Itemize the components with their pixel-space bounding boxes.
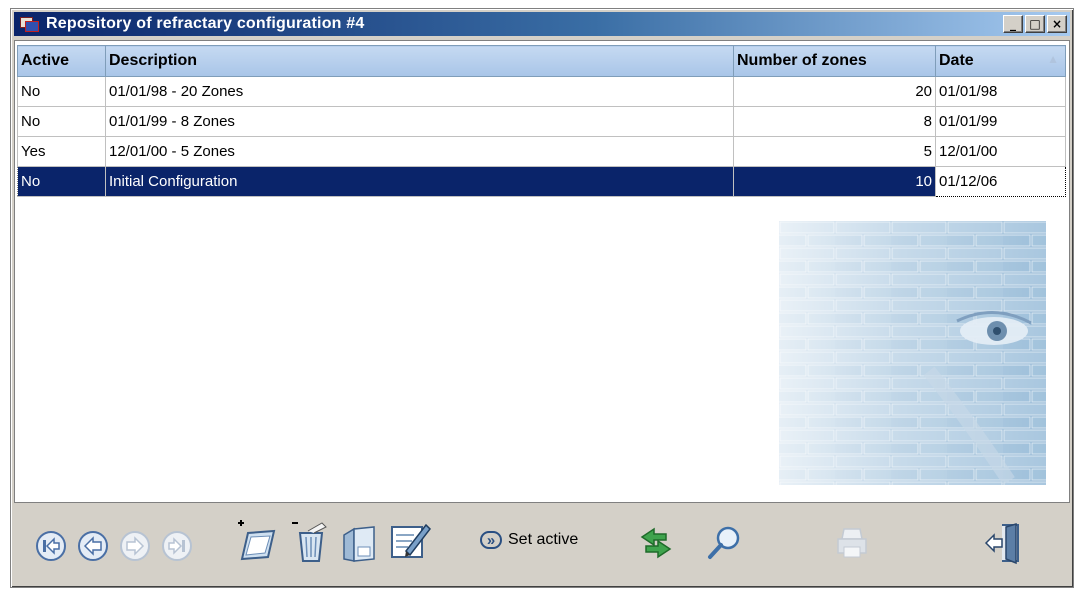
set-active-icon: » [480,531,502,549]
column-header-date[interactable]: Date ▲ [935,45,1066,77]
table-row-selected[interactable]: No Initial Configuration 10 01/12/06 [17,166,1066,197]
cell-date[interactable]: 12/01/00 [935,136,1066,167]
add-configuration-button[interactable] [234,519,278,563]
last-record-button[interactable] [160,529,194,563]
table-row[interactable]: Yes 12/01/00 - 5 Zones 5 12/01/00 [17,136,1066,167]
cell-zones[interactable]: 8 [733,106,936,137]
set-active-button[interactable]: » Set active [480,531,578,549]
bottom-toolbar: » Set active [14,507,1070,585]
cell-date[interactable]: 01/01/99 [935,106,1066,137]
previous-record-icon [78,531,108,561]
first-record-icon [36,531,66,561]
cell-description[interactable]: 01/01/99 - 8 Zones [105,106,734,137]
printer-icon [837,528,867,558]
cell-description[interactable]: Initial Configuration [105,166,734,197]
cell-active[interactable]: Yes [17,136,106,167]
magnifier-icon [708,526,740,559]
previous-record-button[interactable] [76,529,110,563]
add-folder-icon [238,520,276,561]
edit-pencil-icon [391,523,431,558]
maximize-button[interactable]: □ [1025,15,1045,33]
cell-active[interactable]: No [17,76,106,107]
cell-date[interactable]: 01/12/06 [935,166,1066,197]
cell-zones[interactable]: 20 [733,76,936,107]
table-row[interactable]: No 01/01/99 - 8 Zones 8 01/01/99 [17,106,1066,137]
next-record-button[interactable] [118,529,152,563]
refresh-arrows-icon [640,527,672,559]
brick-wall-eye-image [779,221,1046,485]
cell-active[interactable]: No [17,166,106,197]
cell-description[interactable]: 12/01/00 - 5 Zones [105,136,734,167]
column-header-description[interactable]: Description [105,45,734,77]
trash-icon [292,522,327,562]
cell-description[interactable]: 01/01/98 - 20 Zones [105,76,734,107]
app-icon[interactable] [20,15,40,33]
window-controls: _ □ × [1003,15,1067,33]
main-window: Repository of refractary configuration #… [10,8,1074,588]
column-header-active[interactable]: Active [17,45,106,77]
table-header-row: Active Description Number of zones Date … [17,45,1066,77]
document-folder-icon [343,526,375,562]
minimize-button[interactable]: _ [1003,15,1023,33]
close-button[interactable]: × [1047,15,1067,33]
title-bar[interactable]: Repository of refractary configuration #… [14,12,1070,36]
print-button[interactable] [832,523,872,563]
column-header-zones[interactable]: Number of zones [733,45,936,77]
configuration-table: Active Description Number of zones Date … [17,45,1066,197]
configuration-grid[interactable]: Active Description Number of zones Date … [14,40,1070,503]
exit-button[interactable] [982,521,1026,565]
edit-configuration-button[interactable] [388,519,432,563]
column-header-date-label: Date [939,52,974,69]
cell-zones[interactable]: 10 [733,166,936,197]
window-title: Repository of refractary configuration #… [46,15,365,32]
table-row[interactable]: No 01/01/98 - 20 Zones 20 01/01/98 [17,76,1066,107]
cell-zones[interactable]: 5 [733,136,936,167]
search-button[interactable] [704,523,744,563]
exit-door-icon [984,522,1019,565]
refresh-button[interactable] [636,525,676,561]
sort-ascending-icon: ▲ [1047,52,1059,66]
set-active-label: Set active [508,531,579,548]
delete-configuration-button[interactable] [288,519,332,563]
cell-date[interactable]: 01/01/98 [935,76,1066,107]
open-configuration-button[interactable] [338,519,382,563]
last-record-icon [162,531,192,561]
next-record-icon [120,531,150,561]
first-record-button[interactable] [34,529,68,563]
cell-active[interactable]: No [17,106,106,137]
